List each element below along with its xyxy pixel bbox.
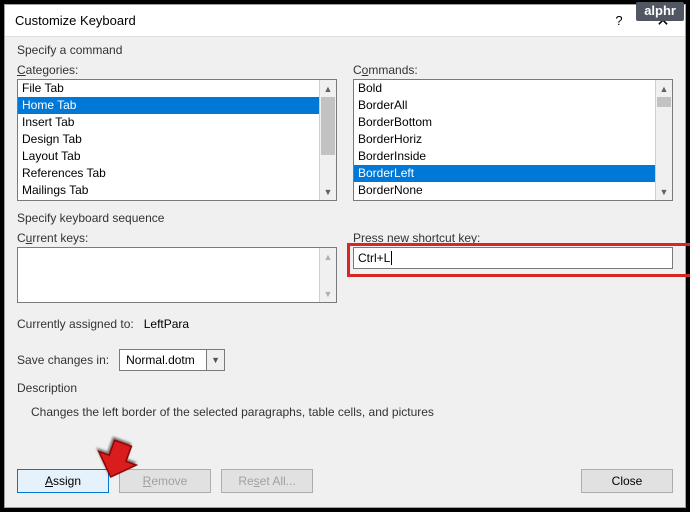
description-text: Changes the left border of the selected … xyxy=(31,405,673,419)
list-item[interactable]: BorderOutside xyxy=(354,199,655,200)
scroll-down-icon: ▼ xyxy=(320,285,336,302)
scroll-up-icon[interactable]: ▲ xyxy=(656,80,672,97)
list-item[interactable]: BorderInside xyxy=(354,148,655,165)
press-new-shortcut-label: Press new shortcut key: xyxy=(353,231,673,245)
list-item[interactable]: Insert Tab xyxy=(18,114,319,131)
list-item[interactable]: File Tab xyxy=(18,80,319,97)
scroll-up-icon: ▲ xyxy=(320,248,336,265)
categories-listbox[interactable]: File TabHome TabInsert TabDesign TabLayo… xyxy=(17,79,337,201)
assign-button[interactable]: Assign xyxy=(17,469,109,493)
list-item[interactable]: Home Tab xyxy=(18,97,319,114)
close-icon[interactable]: ✕ xyxy=(641,5,685,37)
scrollbar[interactable]: ▲ ▼ xyxy=(319,80,336,200)
remove-button: Remove xyxy=(119,469,211,493)
reset-all-button: Reset All... xyxy=(221,469,313,493)
list-item[interactable]: Design Tab xyxy=(18,131,319,148)
list-item[interactable]: Layout Tab xyxy=(18,148,319,165)
scroll-thumb[interactable] xyxy=(321,97,335,155)
close-button[interactable]: Close xyxy=(581,469,673,493)
commands-label: Commands: xyxy=(353,63,673,77)
list-item[interactable]: Bold xyxy=(354,80,655,97)
list-item[interactable]: Mailings Tab xyxy=(18,182,319,199)
scroll-down-icon[interactable]: ▼ xyxy=(320,183,336,200)
save-changes-select[interactable]: Normal.dotm ▼ xyxy=(119,349,225,371)
list-item[interactable]: BorderAll xyxy=(354,97,655,114)
list-item[interactable]: BorderBottom xyxy=(354,114,655,131)
description-label: Description xyxy=(17,381,673,395)
chevron-down-icon[interactable]: ▼ xyxy=(206,350,224,370)
current-keys-listbox[interactable]: ▲ ▼ xyxy=(17,247,337,303)
save-changes-value: Normal.dotm xyxy=(120,353,206,367)
currently-assigned-label: Currently assigned to: xyxy=(17,317,134,331)
scroll-down-icon[interactable]: ▼ xyxy=(656,183,672,200)
specify-sequence-label: Specify keyboard sequence xyxy=(17,211,673,225)
current-keys-label: Current keys: xyxy=(17,231,337,245)
list-item[interactable]: BorderLeft xyxy=(354,165,655,182)
scroll-thumb[interactable] xyxy=(657,97,671,107)
scroll-up-icon[interactable]: ▲ xyxy=(320,80,336,97)
customize-keyboard-dialog: Customize Keyboard ? ✕ Specify a command… xyxy=(4,4,686,508)
list-item[interactable]: Review Tab xyxy=(18,199,319,200)
categories-label: Categories: xyxy=(17,63,337,77)
shortcut-key-input[interactable]: Ctrl+L xyxy=(353,247,673,269)
button-row: Assign Remove Reset All... Close xyxy=(5,459,685,507)
scrollbar[interactable]: ▲ ▼ xyxy=(319,248,336,302)
list-item[interactable]: BorderNone xyxy=(354,182,655,199)
dialog-title: Customize Keyboard xyxy=(15,13,597,28)
shortcut-key-value: Ctrl+L xyxy=(358,251,390,265)
specify-command-label: Specify a command xyxy=(17,43,673,57)
currently-assigned-value: LeftPara xyxy=(144,317,189,331)
list-item[interactable]: BorderHoriz xyxy=(354,131,655,148)
scrollbar[interactable]: ▲ ▼ xyxy=(655,80,672,200)
help-button[interactable]: ? xyxy=(597,5,641,37)
commands-listbox[interactable]: BoldBorderAllBorderBottomBorderHorizBord… xyxy=(353,79,673,201)
list-item[interactable]: References Tab xyxy=(18,165,319,182)
save-changes-label: Save changes in: xyxy=(17,353,109,367)
titlebar: Customize Keyboard ? ✕ xyxy=(5,5,685,37)
